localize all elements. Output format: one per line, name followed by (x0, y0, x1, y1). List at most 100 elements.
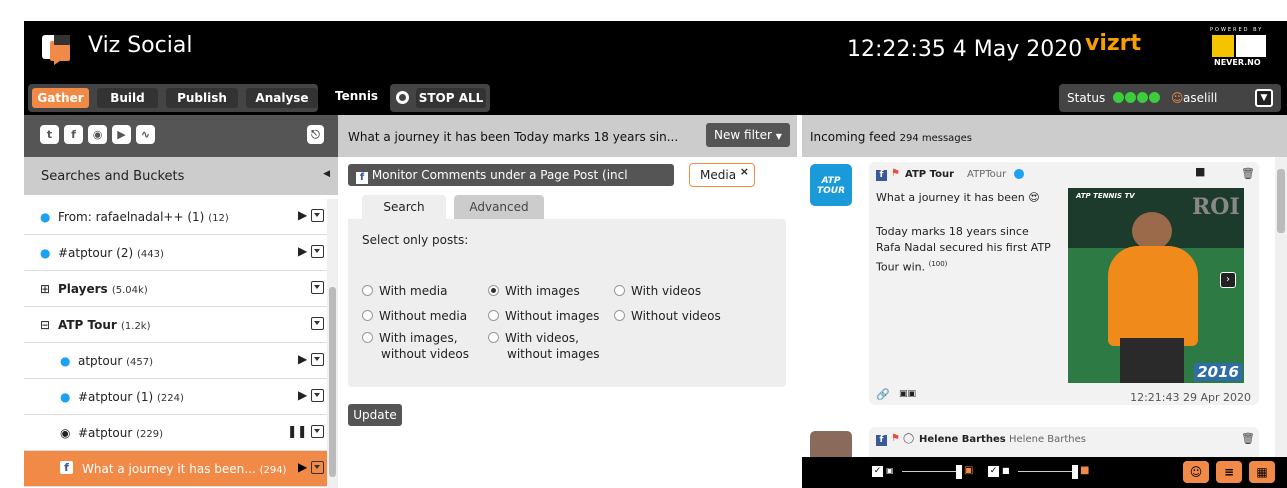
list-item[interactable]: ⊞ Players (5.04k) (24, 271, 338, 307)
list-item-text: #atptour (1) (224) (78, 390, 184, 404)
facebook-icon[interactable]: f (64, 125, 83, 144)
checkbox-videos[interactable]: ✓ (988, 466, 999, 477)
video-icon: ■ (1080, 465, 1090, 476)
media-filter-tag[interactable]: Media × (689, 163, 755, 187)
radio-without-images[interactable]: Without images (488, 308, 599, 324)
slider-handle[interactable] (1072, 465, 1078, 479)
user-filter-button[interactable]: ☺ (1183, 461, 1209, 483)
update-button[interactable]: Update (348, 404, 402, 426)
dropdown-icon[interactable] (311, 209, 324, 222)
list-item[interactable]: ● #atptour (2) (443) ▶ (24, 235, 338, 271)
feed-header: Incoming feed 294 messages (802, 115, 1287, 157)
dropdown-icon[interactable] (311, 461, 324, 474)
radio-selected-icon[interactable] (488, 285, 499, 296)
slider-handle[interactable] (956, 465, 962, 479)
chevron-right-icon[interactable]: › (1220, 272, 1236, 288)
tab-publish[interactable]: Publish (166, 88, 238, 108)
powered-by-text: POWERED BY (1210, 27, 1264, 33)
radio-with-media[interactable]: With media (362, 283, 447, 299)
dropdown-menu-icon[interactable]: ▼ (1255, 89, 1273, 107)
radio-without-media[interactable]: Without media (362, 308, 467, 324)
scrollbar-thumb[interactable] (329, 287, 336, 477)
close-icon[interactable]: × (740, 161, 749, 183)
username[interactable]: aselill (1183, 91, 1217, 105)
radio-icon[interactable] (488, 310, 499, 321)
flag-icon[interactable]: ⚑ (891, 168, 900, 179)
instagram-icon[interactable]: ◉ (88, 125, 107, 144)
list-item-count: (224) (156, 393, 184, 404)
radio-icon[interactable] (362, 285, 373, 296)
list-view-button[interactable]: ≡ (1216, 461, 1242, 483)
dropdown-icon[interactable] (311, 353, 324, 366)
list-item[interactable]: ● #atptour (1) (224) ▶ (24, 379, 338, 415)
radio-without-videos[interactable]: Without videos (614, 308, 721, 324)
dropdown-icon[interactable] (311, 281, 324, 294)
radio-videos-no-images[interactable]: With videos, without images (488, 330, 600, 362)
list-item[interactable]: ⊟ ATP Tour (1.2k) (24, 307, 338, 343)
feed-scrollbar[interactable] (1275, 157, 1287, 457)
collapse-icon[interactable]: ◀ (323, 169, 330, 179)
item-controls (311, 280, 324, 294)
radio-icon[interactable] (614, 285, 625, 296)
grid-view-button[interactable]: ▦ (1249, 461, 1275, 483)
list-item-selected[interactable]: f What a journey it has been... (294) ▶ (24, 451, 338, 487)
tab-analyse[interactable]: Analyse (246, 88, 318, 108)
list-item[interactable]: ◉ #atptour (229) ❚❚ (24, 415, 338, 451)
play-icon[interactable]: ▶ (298, 460, 307, 474)
youtube-icon[interactable]: ▶ (112, 125, 131, 144)
searches-list: ● From: rafaelnadal++ (1) (12) ▶ ● #atpt… (24, 199, 338, 488)
bucket-icon[interactable]: ⎋ (307, 125, 324, 144)
play-icon[interactable]: ▶ (298, 244, 307, 258)
trash-icon[interactable]: 🗑 (1241, 432, 1255, 445)
link-icon[interactable]: 🔗 (876, 388, 890, 401)
radio-icon[interactable] (362, 310, 373, 321)
status-label: Status (1067, 91, 1106, 105)
checkbox-images[interactable]: ✓ (872, 466, 883, 477)
radio-label: With images (505, 284, 580, 298)
feed-post[interactable]: f ⚑ ATP Tour ATPTour ■ 🗑 What a journey … (869, 162, 1259, 405)
avatar[interactable] (810, 431, 852, 457)
collapse-group-icon[interactable]: ⊟ (40, 318, 50, 332)
dropdown-icon[interactable] (311, 425, 324, 438)
list-item-text: #atptour (229) (78, 426, 163, 440)
tab-gather[interactable]: Gather (32, 88, 89, 108)
trash-icon[interactable]: 🗑 (1241, 167, 1255, 180)
scrollbar-thumb[interactable] (1277, 169, 1285, 233)
flag-icon[interactable]: ⚑ (891, 433, 900, 444)
rss-icon[interactable]: ∿ (136, 125, 155, 144)
list-item[interactable]: ● From: rafaelnadal++ (1) (12) ▶ (24, 199, 338, 235)
play-icon[interactable]: ▶ (298, 388, 307, 402)
tab-advanced[interactable]: Advanced (454, 195, 544, 219)
post-media-image[interactable]: ATP TENNIS TV ROI › 2016 (1068, 188, 1244, 383)
radio-icon[interactable] (488, 332, 499, 343)
play-icon[interactable]: ▶ (298, 208, 307, 222)
bookmark-icon[interactable]: ■ (1195, 165, 1205, 178)
list-item[interactable]: ● atptour (457) ▶ (24, 343, 338, 379)
images-slider[interactable] (902, 471, 960, 472)
tab-build[interactable]: Build (97, 88, 158, 108)
new-filter-button[interactable]: New filter ▼ (706, 123, 790, 147)
radio-with-videos[interactable]: With videos (614, 283, 701, 299)
dropdown-icon[interactable] (311, 245, 324, 258)
list-item-count: (12) (208, 213, 229, 224)
project-name[interactable]: Tennis (335, 89, 378, 103)
avatar[interactable]: ATP TOUR (810, 164, 852, 206)
stop-all-button[interactable]: STOP ALL (416, 88, 486, 108)
sidebar-scrollbar[interactable] (327, 199, 338, 488)
radio-images-no-videos[interactable]: With images, without videos (362, 330, 469, 362)
monitor-filter-tag[interactable]: f Monitor Comments under a Page Post (in… (348, 164, 674, 204)
feed-post[interactable]: f ⚑ ◯ Helene Barthes Helene Barthes 🗑 (869, 427, 1259, 457)
main-nav: Gather Build Publish Analyse Tennis STOP… (24, 81, 1287, 115)
radio-icon[interactable] (614, 310, 625, 321)
pause-icon[interactable]: ❚❚ (287, 424, 307, 438)
twitter-icon[interactable]: t (40, 125, 59, 144)
play-icon[interactable]: ▶ (298, 352, 307, 366)
dropdown-icon[interactable] (311, 389, 324, 402)
videos-slider[interactable] (1018, 471, 1076, 472)
post-author: ATP Tour (905, 169, 955, 180)
tab-search[interactable]: Search (362, 195, 446, 219)
expand-icon[interactable]: ⊞ (40, 282, 50, 296)
radio-with-images[interactable]: With images (488, 283, 580, 299)
dropdown-icon[interactable] (311, 317, 324, 330)
radio-icon[interactable] (362, 332, 373, 343)
